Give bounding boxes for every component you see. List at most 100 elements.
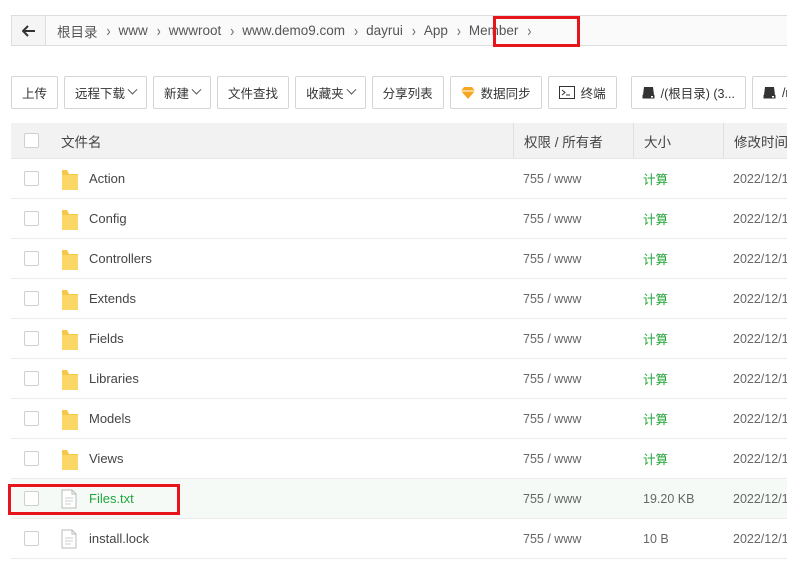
remote-download-button[interactable]: 远程下载 — [64, 76, 148, 109]
chevron-down-icon — [191, 84, 202, 95]
file-size[interactable]: 计算 — [643, 289, 668, 308]
file-name[interactable]: Views — [89, 451, 123, 466]
file-permission[interactable]: 755 / www — [523, 252, 581, 266]
disk-m-label: /m — [781, 85, 787, 100]
file-name[interactable]: Config — [89, 211, 127, 226]
row-checkbox[interactable] — [23, 371, 39, 386]
folder-icon — [61, 329, 79, 350]
chevron-down-icon — [127, 84, 138, 95]
table-row[interactable]: Extends 755 / www 计算 2022/12/1 — [11, 279, 787, 319]
row-checkbox[interactable] — [23, 251, 39, 266]
file-permission[interactable]: 755 / www — [523, 412, 581, 426]
chevron-right-icon: › — [230, 21, 235, 40]
column-header-size[interactable]: 大小 — [644, 131, 671, 151]
file-name[interactable]: Extends — [89, 291, 136, 306]
file-size[interactable]: 计算 — [643, 449, 668, 468]
disk-m-button[interactable]: /m — [751, 76, 787, 109]
file-name[interactable]: Fields — [89, 331, 124, 346]
diamond-icon — [460, 86, 475, 99]
file-permission[interactable]: 755 / www — [523, 452, 581, 466]
row-checkbox[interactable] — [23, 211, 39, 226]
chevron-down-icon — [346, 84, 357, 95]
folder-icon — [61, 369, 79, 390]
table-row[interactable]: Action 755 / www 计算 2022/12/1 — [11, 159, 787, 199]
data-sync-button[interactable]: 数据同步 — [449, 76, 542, 109]
row-checkbox[interactable] — [23, 531, 39, 546]
table-row[interactable]: Libraries 755 / www 计算 2022/12/1 — [11, 359, 787, 399]
table-header: 文件名 权限 / 所有者 大小 修改时间 — [11, 123, 787, 159]
file-modified-time: 2022/12/1 — [733, 411, 787, 426]
table-row[interactable]: Controllers 755 / www 计算 2022/12/1 — [11, 239, 787, 279]
file-permission[interactable]: 755 / www — [523, 532, 581, 546]
file-permission[interactable]: 755 / www — [523, 492, 581, 506]
breadcrumb-label: Member — [468, 23, 519, 38]
disk-root-button[interactable]: /(根目录) (3... — [630, 76, 746, 109]
file-name[interactable]: Controllers — [89, 251, 152, 266]
row-checkbox[interactable] — [23, 171, 39, 186]
breadcrumb-item-member[interactable]: Member › — [461, 16, 532, 45]
file-modified-time: 2022/12/1 — [733, 491, 787, 506]
file-modified-time: 2022/12/1 — [733, 211, 787, 226]
chevron-right-icon: › — [456, 21, 461, 40]
file-icon — [61, 529, 79, 549]
back-button[interactable] — [12, 16, 46, 45]
row-checkbox[interactable] — [23, 451, 39, 466]
row-checkbox[interactable] — [23, 291, 39, 306]
file-modified-time: 2022/12/1 — [733, 291, 787, 306]
breadcrumb-label: 根目录 — [57, 24, 98, 40]
column-header-time[interactable]: 修改时间 — [734, 131, 787, 151]
breadcrumb-item-site[interactable]: www.demo9.com › — [234, 16, 358, 45]
table-row[interactable]: Views 755 / www 计算 2022/12/1 — [11, 439, 787, 479]
file-size[interactable]: 计算 — [643, 409, 668, 428]
file-size[interactable]: 计算 — [643, 329, 668, 348]
file-size[interactable]: 计算 — [643, 169, 668, 188]
column-header-name[interactable]: 文件名 — [61, 131, 102, 151]
breadcrumb-item-app[interactable]: App › — [416, 16, 461, 45]
file-size[interactable]: 计算 — [643, 249, 668, 268]
new-label: 新建 — [164, 87, 190, 101]
terminal-icon — [558, 86, 575, 99]
file-name[interactable]: Libraries — [89, 371, 139, 386]
favorites-button[interactable]: 收藏夹 — [295, 76, 366, 109]
breadcrumb-label: wwwroot — [168, 23, 222, 38]
row-checkbox[interactable] — [23, 411, 39, 426]
favorites-label: 收藏夹 — [306, 87, 344, 101]
breadcrumb-item-root[interactable]: 根目录 › — [46, 16, 111, 45]
terminal-button[interactable]: 终端 — [547, 76, 617, 109]
table-row[interactable]: Config 755 / www 计算 2022/12/1 — [11, 199, 787, 239]
table-row[interactable]: Fields 755 / www 计算 2022/12/1 — [11, 319, 787, 359]
breadcrumb-item-dayrui[interactable]: dayrui › — [358, 16, 416, 45]
file-name[interactable]: Models — [89, 411, 131, 426]
remote-download-label: 远程下载 — [75, 87, 126, 101]
file-name[interactable]: Files.txt — [89, 491, 134, 506]
select-all-checkbox[interactable] — [23, 133, 39, 148]
breadcrumb-label: App — [423, 23, 448, 38]
file-permission[interactable]: 755 / www — [523, 292, 581, 306]
file-permission[interactable]: 755 / www — [523, 212, 581, 226]
file-permission[interactable]: 755 / www — [523, 332, 581, 346]
terminal-label: 终端 — [580, 87, 606, 101]
table-row[interactable]: Files.txt 755 / www 19.20 KB 2022/12/1 — [11, 479, 787, 519]
new-button[interactable]: 新建 — [153, 76, 212, 109]
chevron-right-icon: › — [527, 21, 532, 40]
row-checkbox[interactable] — [23, 331, 39, 346]
file-table: 文件名 权限 / 所有者 大小 修改时间 Action 755 / www 计算… — [11, 123, 787, 559]
breadcrumb-label: www — [118, 23, 148, 38]
upload-button[interactable]: 上传 — [11, 76, 59, 109]
column-header-perm[interactable]: 权限 / 所有者 — [524, 131, 603, 151]
file-size[interactable]: 计算 — [643, 369, 668, 388]
share-list-button[interactable]: 分享列表 — [371, 76, 444, 109]
chevron-right-icon: › — [354, 21, 359, 40]
file-size[interactable]: 计算 — [643, 209, 668, 228]
file-permission[interactable]: 755 / www — [523, 172, 581, 186]
table-row[interactable]: Models 755 / www 计算 2022/12/1 — [11, 399, 787, 439]
file-search-button[interactable]: 文件查找 — [217, 76, 290, 109]
breadcrumb-item-wwwroot[interactable]: wwwroot › — [161, 16, 235, 45]
file-permission[interactable]: 755 / www — [523, 372, 581, 386]
row-checkbox[interactable] — [23, 491, 39, 506]
table-row[interactable]: install.lock 755 / www 10 B 2022/12/1 — [11, 519, 787, 559]
breadcrumb-item-www[interactable]: www › — [111, 16, 161, 45]
file-modified-time: 2022/12/1 — [733, 171, 787, 186]
file-name[interactable]: Action — [89, 171, 125, 186]
file-name[interactable]: install.lock — [89, 531, 149, 546]
